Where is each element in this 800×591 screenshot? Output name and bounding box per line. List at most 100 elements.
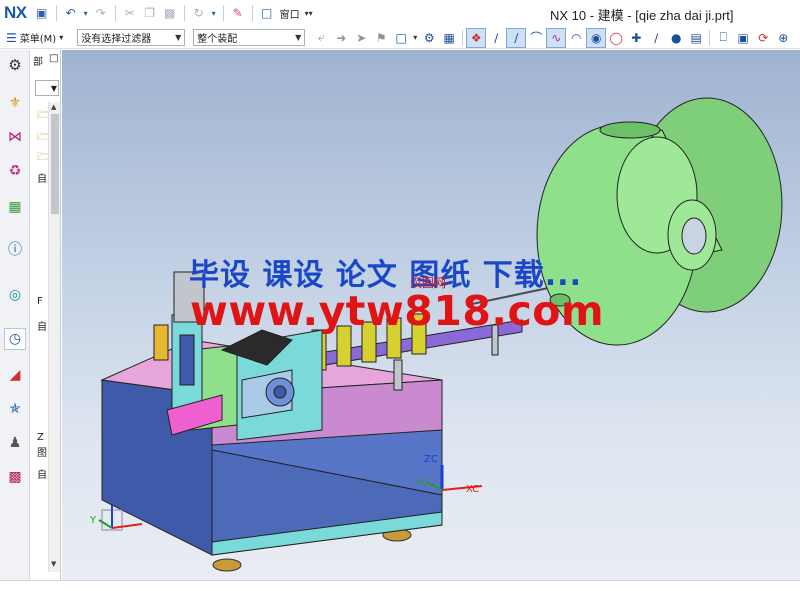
history-icon[interactable]: ◷	[4, 328, 26, 350]
separator	[251, 5, 253, 21]
view-fit-icon[interactable]: ⎕	[713, 28, 733, 48]
web-browser-icon[interactable]: ◎	[4, 284, 26, 306]
sphere-icon[interactable]: ●	[666, 28, 686, 48]
axis-icon[interactable]: ⊕	[773, 28, 793, 48]
window-menu[interactable]: 窗口	[278, 6, 302, 21]
quadrant-icon[interactable]: ◯	[606, 28, 626, 48]
process-studio-icon[interactable]: ✯	[4, 398, 26, 420]
navigator-section-label: Z	[37, 432, 44, 443]
chevron-down-icon: ▼	[295, 33, 302, 42]
separator	[55, 5, 57, 21]
constraint-navigator-icon[interactable]: ⋈	[4, 126, 26, 148]
paste-icon[interactable]: ▩	[161, 4, 179, 22]
repeat-command-icon[interactable]: ↻	[190, 4, 208, 22]
part-navigator-icon[interactable]: ♻	[4, 160, 26, 182]
reuse-library-icon[interactable]: ▦	[4, 196, 26, 218]
assembly-scope-value: 整个装配	[197, 34, 238, 45]
chevron-down-icon: ▼	[50, 83, 57, 93]
window-dropdown-icon[interactable]: ▾▾	[304, 4, 314, 22]
blue-plate	[179, 334, 195, 386]
cube-icon[interactable]: ▦	[439, 28, 459, 48]
selection-filter-value: 没有选择过滤器	[81, 34, 152, 45]
nx-logo: NX	[4, 3, 27, 22]
abs-x-axis	[111, 523, 143, 529]
save-icon[interactable]: ▣	[33, 4, 51, 22]
roles-icon[interactable]: ♟	[4, 432, 26, 454]
settings-gear-icon[interactable]: ⚙	[4, 54, 26, 76]
navigator-pin-icon[interactable]: □	[49, 53, 58, 64]
undo-dropdown-icon[interactable]: ▾	[82, 4, 90, 22]
abs-y-axis-label: Y	[90, 515, 97, 526]
separator	[222, 5, 224, 21]
menu-button[interactable]: ☰ 菜单(M) ▾	[0, 30, 69, 46]
selection-toolbar: ☰ 菜单(M) ▾ 没有选择过滤器 ▼ 整个装配 ▼ ⤶ ➜ ➤ ⚑ □ ▾ ⚙…	[0, 27, 800, 49]
yc-axis-label: YC	[416, 478, 427, 487]
settings-icon[interactable]: ⚙	[419, 28, 439, 48]
palette-icon[interactable]: ◢	[4, 364, 26, 386]
cutter-hub	[273, 385, 287, 399]
chevron-down-icon: ▼	[175, 33, 182, 42]
book-icon[interactable]: ▤	[686, 28, 706, 48]
zc-axis-label: ZC	[424, 454, 438, 465]
title-bar: NX ▣ ↶ ▾ ↷ ✂ ❐ ▩ ↻ ▾ ✎ □ 窗口 ▾▾ NX 10 - 建…	[0, 0, 800, 26]
touch-mode-icon[interactable]: ✎	[229, 4, 247, 22]
watermark-url: www.ytw818.com	[190, 287, 605, 335]
navigator-scrollbar[interactable]: ▲ ▼	[48, 102, 60, 572]
line-snap-icon[interactable]: ∕	[646, 28, 666, 48]
line-icon[interactable]: ∕	[486, 28, 506, 48]
navigator-dropdown[interactable]: ▼	[35, 80, 59, 96]
chevron-down-icon: ▾	[59, 33, 64, 42]
assembly-scope-dropdown[interactable]: 整个装配 ▼	[193, 29, 306, 46]
assembly-navigator-icon[interactable]: ⚜	[4, 92, 26, 114]
navigator-header: 部	[33, 57, 43, 68]
wave-icon[interactable]: ∿	[546, 27, 567, 48]
separator	[462, 29, 464, 46]
rotate-icon[interactable]: ⟳	[753, 28, 773, 48]
polyline-icon[interactable]: ∕	[506, 27, 527, 48]
menu-label: 菜单(M)	[19, 34, 57, 45]
info-icon[interactable]: ⓘ	[4, 238, 26, 260]
navigator-panel: 部 □ ▼ 🗁 🗁 🗁 自 F 自 Z 图 自 ▲ ▼	[31, 50, 61, 580]
status-bar	[0, 580, 800, 591]
window-title: NX 10 - 建模 - [qie zha dai ji.prt]	[550, 8, 734, 23]
separator	[183, 5, 185, 21]
arc-icon[interactable]: ⌒	[526, 28, 546, 48]
repeat-dropdown-icon[interactable]: ▾	[210, 4, 218, 22]
foot	[212, 558, 242, 572]
cut-icon[interactable]: ✂	[121, 4, 139, 22]
spool-rim-slot	[599, 121, 661, 139]
navigator-section-label: 自	[37, 174, 47, 185]
redo-icon[interactable]: ↷	[92, 4, 110, 22]
graphics-viewport[interactable]: ZC XC YC Y 毕设 课设 论文 图纸 下载... 汉图网 www.ytw…	[62, 50, 800, 580]
xc-axis-label: XC	[466, 484, 480, 495]
box-select-icon[interactable]: □	[391, 28, 411, 48]
separator	[114, 5, 116, 21]
quick-access-toolbar: ▣ ↶ ▾ ↷ ✂ ❐ ▩ ↻ ▾ ✎ □ 窗口 ▾▾	[33, 4, 314, 22]
circle-icon[interactable]: ◠	[566, 28, 586, 48]
box-select-dropdown-icon[interactable]: ▾	[411, 28, 419, 48]
point-icon[interactable]: ➤	[351, 28, 371, 48]
pin-icon[interactable]: ⚑	[371, 28, 391, 48]
scrollbar-thumb[interactable]	[51, 114, 59, 214]
orange-block	[153, 324, 169, 361]
undo-icon[interactable]: ↶	[62, 4, 80, 22]
navigator-section-label: 自	[37, 322, 47, 333]
scroll-up-icon[interactable]: ▲	[51, 103, 56, 111]
scroll-down-icon[interactable]: ▼	[51, 560, 56, 568]
resource-bar: ⚙ ⚜ ⋈ ♻ ▦ ⓘ ◎ ◷ ◢ ✯ ♟ ▩	[0, 50, 30, 580]
copy-icon[interactable]: ❐	[141, 4, 159, 22]
refresh-icon[interactable]: ▣	[733, 28, 753, 48]
navigator-section-label: F	[37, 296, 43, 307]
system-scenes-icon[interactable]: ▩	[4, 466, 26, 488]
selection-filter-dropdown[interactable]: 没有选择过滤器 ▼	[77, 29, 186, 46]
grid-snap-icon[interactable]: ❖	[466, 27, 487, 48]
abs-y-axis	[98, 519, 113, 529]
spool-bore	[681, 217, 707, 255]
circle-center-icon[interactable]: ◉	[586, 27, 607, 48]
menu-icon: ☰	[6, 30, 17, 45]
select-icon[interactable]: ➜	[331, 28, 351, 48]
cross-icon[interactable]: ✚	[626, 28, 646, 48]
cursor-icon[interactable]: ⤶	[311, 28, 331, 48]
separator	[709, 29, 711, 46]
window-icon: □	[260, 6, 273, 20]
